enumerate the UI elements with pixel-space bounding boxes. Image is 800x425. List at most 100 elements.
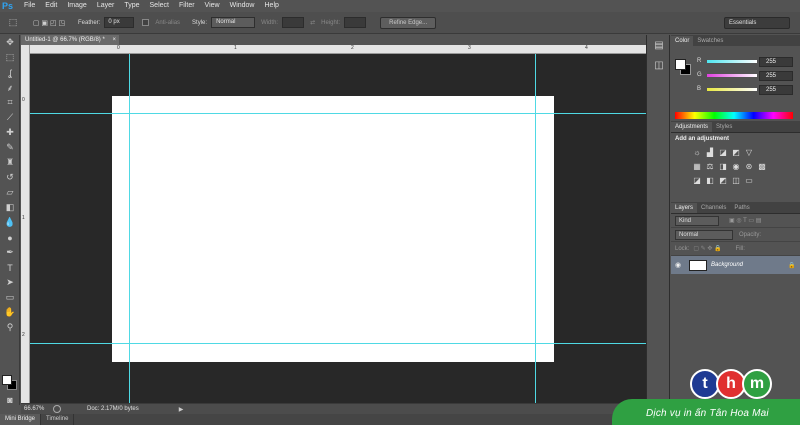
layer-row-background[interactable]: ◉ Background 🔒 bbox=[671, 256, 800, 274]
color-swatches[interactable] bbox=[2, 375, 18, 391]
tab-layers[interactable]: Layers bbox=[671, 203, 698, 213]
tab-paths[interactable]: Paths bbox=[730, 203, 753, 213]
eyedropper-tool-icon[interactable]: ⟋ bbox=[0, 110, 20, 125]
tab-timeline[interactable]: Timeline bbox=[41, 414, 75, 425]
zoom-tool-icon[interactable]: ⚲ bbox=[0, 320, 20, 335]
invert-icon[interactable]: ◪ bbox=[691, 175, 703, 187]
status-menu-arrow-icon[interactable]: ▶ bbox=[179, 406, 184, 413]
height-label: Height: bbox=[321, 19, 341, 26]
threshold-icon[interactable]: ◩ bbox=[717, 175, 729, 187]
healing-brush-tool-icon[interactable]: ✚ bbox=[0, 125, 20, 140]
blue-value[interactable]: 255 bbox=[759, 85, 793, 95]
tab-swatches[interactable]: Swatches bbox=[693, 36, 727, 46]
workspace-select[interactable]: Essentials bbox=[724, 17, 790, 29]
width-input[interactable] bbox=[282, 17, 305, 28]
blue-slider[interactable] bbox=[707, 88, 757, 91]
red-value[interactable]: 255 bbox=[759, 57, 793, 67]
green-value[interactable]: 255 bbox=[759, 71, 793, 81]
shape-tool-icon[interactable]: ▭ bbox=[0, 290, 20, 305]
layer-name[interactable]: Background bbox=[711, 262, 788, 268]
swap-icon[interactable]: ⇄ bbox=[310, 19, 315, 26]
selection-mode-icons[interactable]: ▢ ▣ ◰ ◳ bbox=[26, 15, 72, 30]
quick-select-tool-icon[interactable]: ⸙ bbox=[0, 80, 20, 95]
menu-filter[interactable]: Filter bbox=[174, 0, 200, 12]
menu-type[interactable]: Type bbox=[119, 0, 144, 12]
lock-icons[interactable]: ▢ ✎ ✥ 🔒 bbox=[693, 245, 721, 252]
tab-styles[interactable]: Styles bbox=[712, 122, 736, 132]
menu-image[interactable]: Image bbox=[62, 0, 91, 12]
feather-input[interactable]: 0 px bbox=[104, 17, 135, 28]
color-spectrum[interactable] bbox=[675, 112, 793, 119]
guide-vertical-left[interactable] bbox=[129, 54, 130, 403]
photo-filter-icon[interactable]: ◉ bbox=[730, 161, 742, 173]
color-balance-icon[interactable]: ⚖ bbox=[704, 161, 716, 173]
style-select[interactable]: Normal bbox=[211, 17, 256, 28]
menu-layer[interactable]: Layer bbox=[92, 0, 120, 12]
filter-icons[interactable]: ▣ ◎ T ▭ ▤ bbox=[729, 217, 761, 224]
guide-vertical-right[interactable] bbox=[535, 54, 536, 403]
tab-adjustments[interactable]: Adjustments bbox=[671, 122, 713, 132]
antialias-checkbox[interactable] bbox=[142, 19, 150, 26]
vibrance-icon[interactable]: ▽ bbox=[743, 147, 755, 159]
properties-panel-icon[interactable]: ◫ bbox=[647, 55, 671, 75]
exposure-icon[interactable]: ◩ bbox=[730, 147, 742, 159]
posterize-icon[interactable]: ◧ bbox=[704, 175, 716, 187]
marquee-preset-icon[interactable]: ⬚ bbox=[0, 15, 26, 30]
move-tool-icon[interactable]: ✥ bbox=[0, 35, 20, 50]
document-canvas[interactable] bbox=[112, 96, 554, 362]
horizontal-ruler[interactable]: 0 1 2 3 4 bbox=[29, 45, 646, 54]
eraser-tool-icon[interactable]: ▱ bbox=[0, 185, 20, 200]
history-brush-tool-icon[interactable]: ↺ bbox=[0, 170, 20, 185]
document-tab[interactable]: Untitled-1 @ 66.7% (RGB/8) * × bbox=[21, 35, 119, 45]
refine-edge-button[interactable]: Refine Edge... bbox=[380, 16, 437, 29]
dodge-tool-icon[interactable]: ● bbox=[0, 230, 20, 245]
vertical-ruler[interactable]: 0 1 2 bbox=[21, 45, 30, 403]
menu-help[interactable]: Help bbox=[260, 0, 284, 12]
status-info-icon[interactable] bbox=[53, 405, 61, 413]
hand-tool-icon[interactable]: ✋ bbox=[0, 305, 20, 320]
brightness-icon[interactable]: ☼ bbox=[691, 147, 703, 159]
guide-horizontal-top[interactable] bbox=[30, 113, 646, 114]
marquee-tool-icon[interactable]: ⬚ bbox=[0, 50, 20, 65]
quick-mask-icon[interactable]: ◙ bbox=[0, 392, 20, 407]
tab-mini-bridge[interactable]: Mini Bridge bbox=[0, 414, 42, 425]
blur-tool-icon[interactable]: 💧 bbox=[0, 215, 20, 230]
menu-view[interactable]: View bbox=[200, 0, 225, 12]
channel-mixer-icon[interactable]: ⊛ bbox=[743, 161, 755, 173]
crop-tool-icon[interactable]: ⌗ bbox=[0, 95, 20, 110]
history-panel-icon[interactable]: ▤ bbox=[647, 35, 671, 55]
pen-tool-icon[interactable]: ✒ bbox=[0, 245, 20, 260]
menu-select[interactable]: Select bbox=[145, 0, 174, 12]
lasso-tool-icon[interactable]: ʆ bbox=[0, 65, 20, 80]
tab-channels[interactable]: Channels bbox=[697, 203, 730, 213]
green-slider[interactable] bbox=[707, 74, 757, 77]
color-lookup-icon[interactable]: ▩ bbox=[756, 161, 768, 173]
visibility-eye-icon[interactable]: ◉ bbox=[671, 261, 685, 269]
brush-tool-icon[interactable]: ✎ bbox=[0, 140, 20, 155]
hue-saturation-icon[interactable]: ▦ bbox=[691, 161, 703, 173]
gradient-map-icon[interactable]: ▭ bbox=[743, 175, 755, 187]
red-slider[interactable] bbox=[707, 60, 757, 63]
selective-color-icon[interactable]: ◫ bbox=[730, 175, 742, 187]
kind-filter-select[interactable]: Kind bbox=[675, 215, 719, 226]
black-white-icon[interactable]: ◨ bbox=[717, 161, 729, 173]
close-icon[interactable]: × bbox=[112, 35, 116, 45]
green-channel-row: G 255 bbox=[697, 70, 797, 82]
gradient-tool-icon[interactable]: ◧ bbox=[0, 200, 20, 215]
menu-edit[interactable]: Edit bbox=[40, 0, 62, 12]
foreground-color-swatch[interactable] bbox=[2, 375, 12, 385]
foreground-color-swatch[interactable] bbox=[675, 59, 686, 70]
guide-horizontal-bottom[interactable] bbox=[30, 343, 646, 344]
tab-color[interactable]: Color bbox=[671, 36, 694, 46]
levels-icon[interactable]: ▟ bbox=[704, 147, 716, 159]
type-tool-icon[interactable]: T bbox=[0, 260, 20, 275]
menu-file[interactable]: File bbox=[19, 0, 40, 12]
curves-icon[interactable]: ◪ bbox=[717, 147, 729, 159]
canvas-area[interactable] bbox=[30, 54, 646, 403]
height-input[interactable] bbox=[344, 17, 367, 28]
path-select-tool-icon[interactable]: ➤ bbox=[0, 275, 20, 290]
zoom-level[interactable]: 66.67% bbox=[21, 406, 47, 412]
menu-window[interactable]: Window bbox=[225, 0, 260, 12]
blend-mode-select[interactable]: Normal bbox=[675, 229, 733, 240]
clone-stamp-tool-icon[interactable]: ♜ bbox=[0, 155, 20, 170]
